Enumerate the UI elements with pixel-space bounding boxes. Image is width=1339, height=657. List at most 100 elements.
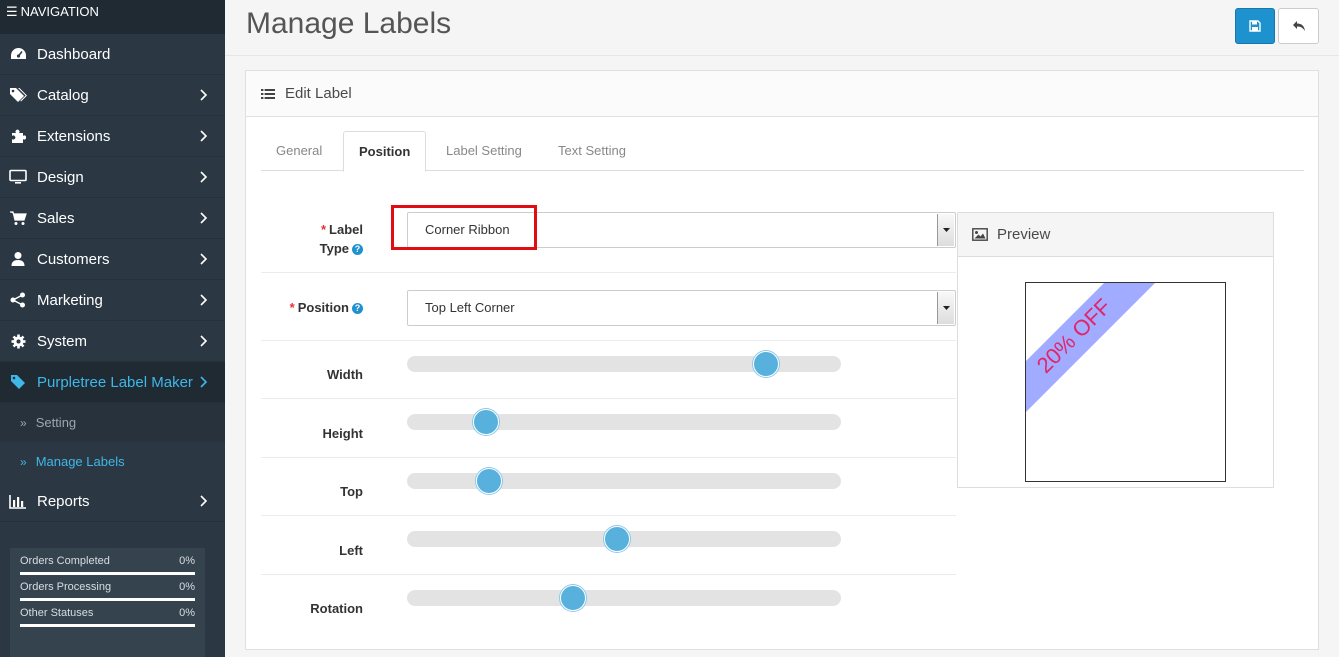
height-slider[interactable] (407, 409, 841, 435)
position-value: Top Left Corner (425, 300, 515, 315)
stat-value: 0% (179, 607, 195, 619)
share-icon (9, 291, 27, 309)
back-button[interactable] (1278, 8, 1319, 44)
tab-position[interactable]: Position (343, 131, 427, 172)
height-label: Height (322, 426, 363, 441)
top-slider[interactable] (407, 468, 841, 494)
position-label-text: Position (297, 300, 349, 315)
label-type-label-line1: Label (329, 222, 363, 237)
required-marker: * (289, 300, 295, 315)
slider-thumb[interactable] (559, 585, 586, 611)
tab-label-setting[interactable]: Label Setting (431, 131, 537, 171)
double-chevron-icon: » (20, 454, 27, 469)
stat-progress-bar (20, 572, 195, 575)
slider-thumb[interactable] (476, 468, 503, 494)
tab-general[interactable]: General (261, 131, 337, 171)
save-icon (1249, 20, 1261, 32)
tags-icon (9, 86, 27, 104)
edit-label-panel: Edit Label General Position Label Settin… (245, 70, 1319, 650)
tag-icon (9, 373, 27, 391)
stat-label: Orders Processing (20, 581, 112, 593)
chevron-right-icon (200, 294, 208, 306)
sidebar-item-label: Extensions (37, 127, 111, 145)
stat-label: Other Statuses (20, 607, 94, 619)
double-chevron-icon: » (20, 415, 27, 430)
highlight-box (391, 205, 537, 250)
preview-panel: Preview 20% OFF (957, 212, 1274, 488)
position-label: * Position? (290, 298, 363, 317)
hamburger-icon: ☰ (6, 4, 18, 19)
chevron-right-icon (200, 253, 208, 265)
width-slider[interactable] (407, 351, 841, 377)
puzzle-icon (9, 127, 27, 145)
order-stats: Orders Completed 0% Orders Processing 0% O… (10, 548, 205, 657)
header-divider (225, 55, 1339, 56)
rotation-label: Rotation (310, 601, 363, 616)
help-icon[interactable]: ? (352, 303, 363, 315)
sidebar-subitem-manage-labels[interactable]: » Manage Labels (0, 442, 225, 481)
form-row-rotation: Rotation (261, 575, 956, 633)
sidebar-item-extensions[interactable]: Extensions (0, 116, 225, 157)
chevron-right-icon (200, 495, 208, 507)
tab-text-setting[interactable]: Text Setting (543, 131, 641, 171)
top-label: Top (340, 484, 363, 499)
sidebar-subitem-setting[interactable]: » Setting (0, 403, 225, 442)
reply-icon (1292, 21, 1305, 31)
chevron-right-icon (200, 130, 208, 142)
chevron-right-icon (200, 335, 208, 347)
panel-heading: Edit Label (246, 71, 1318, 117)
required-marker: * (320, 222, 327, 237)
label-type-label: * Label Type? (320, 220, 363, 258)
stat-progress-bar (20, 624, 195, 627)
slider-thumb[interactable] (604, 526, 631, 552)
stat-label: Orders Completed (20, 555, 110, 567)
sidebar-item-system[interactable]: System (0, 321, 225, 362)
list-icon (261, 88, 275, 100)
stat-progress-bar (20, 598, 195, 601)
dashboard-icon (9, 45, 27, 63)
page-title: Manage Labels (246, 7, 452, 40)
rotation-slider[interactable] (407, 585, 841, 611)
sidebar-item-design[interactable]: Design (0, 157, 225, 198)
stat-orders-processing: Orders Processing 0% (20, 581, 195, 601)
save-button[interactable] (1235, 8, 1275, 44)
sidebar-item-catalog[interactable]: Catalog (0, 75, 225, 116)
dropdown-arrow-icon (937, 292, 954, 324)
sidebar-item-purpletree-label-maker[interactable]: Purpletree Label Maker (0, 362, 225, 403)
left-slider[interactable] (407, 526, 841, 552)
stat-other-statuses: Other Statuses 0% (20, 607, 195, 627)
sidebar-item-label: Catalog (37, 86, 89, 104)
chevron-right-icon (200, 171, 208, 183)
chevron-right-icon (200, 89, 208, 101)
sidebar-item-label: Marketing (37, 291, 103, 309)
sidebar-item-customers[interactable]: Customers (0, 239, 225, 280)
sidebar-item-sales[interactable]: Sales (0, 198, 225, 239)
sidebar-item-label: Design (37, 168, 84, 186)
sidebar-item-label: Sales (37, 209, 75, 227)
sidebar-item-reports[interactable]: Reports (0, 481, 225, 522)
cart-icon (9, 209, 27, 227)
sidebar-item-dashboard[interactable]: Dashboard (0, 34, 225, 75)
panel-title: Edit Label (285, 85, 352, 102)
stat-orders-completed: Orders Completed 0% (20, 555, 195, 575)
sidebar: ☰ NAVIGATION Dashboard Catalog Extensions… (0, 0, 225, 657)
corner-ribbon: 20% OFF (1026, 283, 1155, 412)
sidebar-item-marketing[interactable]: Marketing (0, 280, 225, 321)
preview-heading: Preview (958, 213, 1273, 257)
nav-header[interactable]: ☰ NAVIGATION (0, 0, 225, 34)
position-select[interactable]: Top Left Corner (407, 290, 956, 326)
dropdown-arrow-icon (937, 214, 954, 246)
form-row-left: Left (261, 516, 956, 575)
form-row-label-type: * Label Type? Corner Ribbon (261, 201, 956, 273)
stat-value: 0% (179, 555, 195, 567)
sidebar-item-label: Reports (37, 492, 90, 510)
image-icon (972, 228, 988, 241)
slider-thumb[interactable] (752, 351, 779, 377)
sidebar-item-label: Dashboard (37, 45, 111, 63)
width-label: Width (327, 367, 363, 382)
slider-thumb[interactable] (472, 409, 499, 435)
monitor-icon (9, 168, 27, 186)
gear-icon (9, 332, 27, 350)
ribbon-text: 20% OFF (1032, 294, 1116, 378)
help-icon[interactable]: ? (352, 244, 363, 256)
